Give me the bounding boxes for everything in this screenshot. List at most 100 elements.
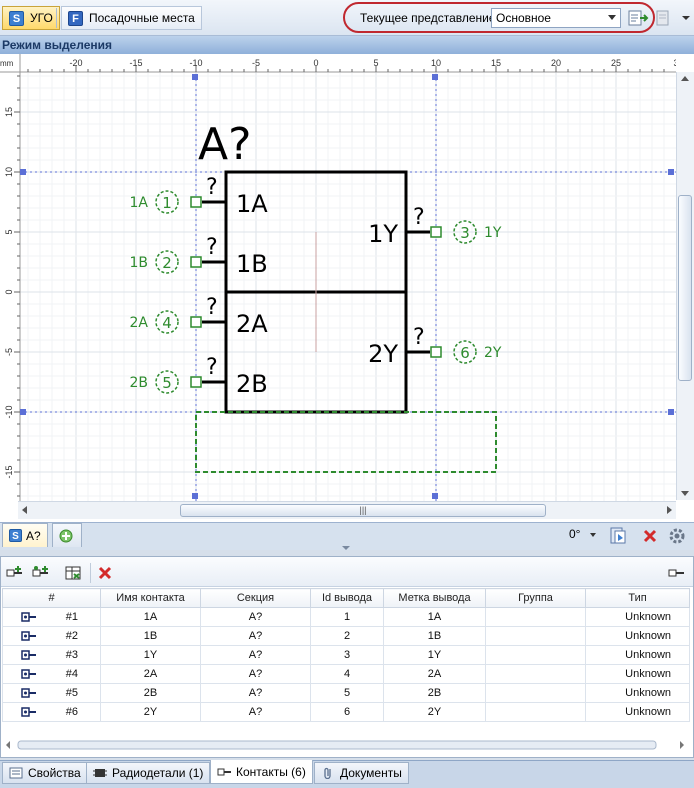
cell-group[interactable] xyxy=(485,626,586,646)
pin-terminal[interactable] xyxy=(430,346,442,358)
pin-table-icon[interactable] xyxy=(64,565,82,581)
cell-name[interactable]: 1A xyxy=(100,607,201,627)
pin-label: 2Y xyxy=(484,345,502,361)
column-header-label[interactable]: Метка вывода xyxy=(383,588,486,608)
tab-components[interactable]: Радиодетали (1) xyxy=(86,762,211,784)
horizontal-scroll-thumb[interactable]: ||| xyxy=(180,504,546,517)
cell-id[interactable]: 1 xyxy=(310,607,384,627)
cell-id[interactable]: 2 xyxy=(310,626,384,646)
mirror-icon[interactable] xyxy=(608,526,628,546)
ruler-y-tick: 0 xyxy=(4,289,14,294)
cell-num[interactable]: #1 xyxy=(2,607,101,627)
cell-name[interactable]: 1B xyxy=(100,626,201,646)
toolbar-menu-chevron-icon[interactable] xyxy=(680,12,692,24)
table-header-row: # Имя контакта Секция Id вывода Метка вы… xyxy=(2,588,690,608)
table-scroll-track[interactable] xyxy=(4,738,690,752)
cell-group[interactable] xyxy=(485,645,586,665)
selection-frame[interactable] xyxy=(195,411,497,473)
column-header-id[interactable]: Id вывода xyxy=(310,588,384,608)
cell-name[interactable]: 2A xyxy=(100,664,201,684)
cell-name[interactable]: 2B xyxy=(100,683,201,703)
cell-group[interactable] xyxy=(485,702,586,722)
pin-terminal[interactable] xyxy=(190,256,202,268)
scroll-up-icon[interactable] xyxy=(680,74,690,84)
cell-type[interactable]: Unknown xyxy=(585,683,690,703)
table-row[interactable]: #1 1A A? 1 1A Unknown xyxy=(2,607,690,627)
tab-section-a[interactable]: S A? xyxy=(2,523,48,547)
cell-num[interactable]: #6 xyxy=(2,702,101,722)
delete-pin-icon[interactable] xyxy=(96,565,114,581)
cell-id[interactable]: 5 xyxy=(310,683,384,703)
add-pin-icon[interactable] xyxy=(6,565,24,581)
cell-section[interactable]: A? xyxy=(200,664,311,684)
rotation-select[interactable]: 0° xyxy=(569,527,599,545)
cell-num[interactable]: #2 xyxy=(2,626,101,646)
cell-label[interactable]: 1Y xyxy=(383,645,486,665)
gear-icon[interactable] xyxy=(668,527,686,545)
column-header-name[interactable]: Имя контакта xyxy=(100,588,201,608)
add-view-icon[interactable] xyxy=(627,8,649,28)
pin-terminal[interactable] xyxy=(190,376,202,388)
canvas-drawing[interactable]: -20-15-10-505101520253 151050-5-10-15 mm… xyxy=(0,54,676,501)
cell-type[interactable]: Unknown xyxy=(585,702,690,722)
cell-type[interactable]: Unknown xyxy=(585,626,690,646)
ugo-button[interactable]: S УГО xyxy=(2,6,60,30)
cell-id[interactable]: 4 xyxy=(310,664,384,684)
splitter-chevron-icon[interactable] xyxy=(342,546,350,550)
cell-section[interactable]: A? xyxy=(200,683,311,703)
pin-terminal[interactable] xyxy=(430,226,442,238)
cell-id[interactable]: 6 xyxy=(310,702,384,722)
cell-group[interactable] xyxy=(485,664,586,684)
column-header-num[interactable]: # xyxy=(2,588,101,608)
pin-settings-icon[interactable] xyxy=(668,565,686,581)
tab-documents[interactable]: Документы xyxy=(314,762,409,784)
column-header-group[interactable]: Группа xyxy=(485,588,586,608)
scroll-down-icon[interactable] xyxy=(680,488,690,498)
cell-section[interactable]: A? xyxy=(200,702,311,722)
cell-section[interactable]: A? xyxy=(200,645,311,665)
cell-num[interactable]: #4 xyxy=(2,664,101,684)
cell-text: A? xyxy=(248,668,263,680)
pin-terminal[interactable] xyxy=(190,196,202,208)
table-row[interactable]: #2 1B A? 2 1B Unknown xyxy=(2,626,690,646)
cell-label[interactable]: 1A xyxy=(383,607,486,627)
table-row[interactable]: #4 2A A? 4 2A Unknown xyxy=(2,664,690,684)
table-row[interactable]: #3 1Y A? 3 1Y Unknown xyxy=(2,645,690,665)
table-row[interactable]: #5 2B A? 5 2B Unknown xyxy=(2,683,690,703)
cell-type[interactable]: Unknown xyxy=(585,664,690,684)
delete-view-icon[interactable] xyxy=(654,8,672,28)
cell-id[interactable]: 3 xyxy=(310,645,384,665)
cell-text: #1 xyxy=(65,611,78,623)
pin-terminal[interactable] xyxy=(190,316,202,328)
cell-name[interactable]: 2Y xyxy=(100,702,201,722)
cell-label[interactable]: 2A xyxy=(383,664,486,684)
add-section-tab[interactable] xyxy=(52,523,82,547)
column-header-section[interactable]: Секция xyxy=(200,588,311,608)
chip-icon xyxy=(93,769,107,777)
refdes-text[interactable]: A? xyxy=(198,119,251,170)
cell-label[interactable]: 1B xyxy=(383,626,486,646)
tab-contacts[interactable]: Контакты (6) xyxy=(210,760,313,784)
table-horizontal-scrollbar[interactable] xyxy=(4,738,690,752)
cell-group[interactable] xyxy=(485,683,586,703)
cell-section[interactable]: A? xyxy=(200,626,311,646)
cell-name[interactable]: 1Y xyxy=(100,645,201,665)
cell-label[interactable]: 2Y xyxy=(383,702,486,722)
view-select[interactable]: Основное xyxy=(491,8,621,28)
cell-label[interactable]: 2B xyxy=(383,683,486,703)
footprints-button[interactable]: F Посадочные места xyxy=(61,6,202,30)
cell-type[interactable]: Unknown xyxy=(585,645,690,665)
cell-type[interactable]: Unknown xyxy=(585,607,690,627)
cell-num[interactable]: #3 xyxy=(2,645,101,665)
cell-num[interactable]: #5 xyxy=(2,683,101,703)
table-row[interactable]: #6 2Y A? 6 2Y Unknown xyxy=(2,702,690,722)
cell-group[interactable] xyxy=(485,607,586,627)
vertical-scroll-thumb[interactable] xyxy=(678,195,692,381)
column-header-type[interactable]: Тип xyxy=(585,588,690,608)
tab-properties[interactable]: Свойства xyxy=(2,762,88,784)
delete-icon[interactable] xyxy=(642,528,658,544)
add-pins-icon[interactable] xyxy=(32,565,50,581)
cell-section[interactable]: A? xyxy=(200,607,311,627)
scroll-left-icon[interactable] xyxy=(20,505,30,515)
scroll-right-icon[interactable] xyxy=(664,505,674,515)
